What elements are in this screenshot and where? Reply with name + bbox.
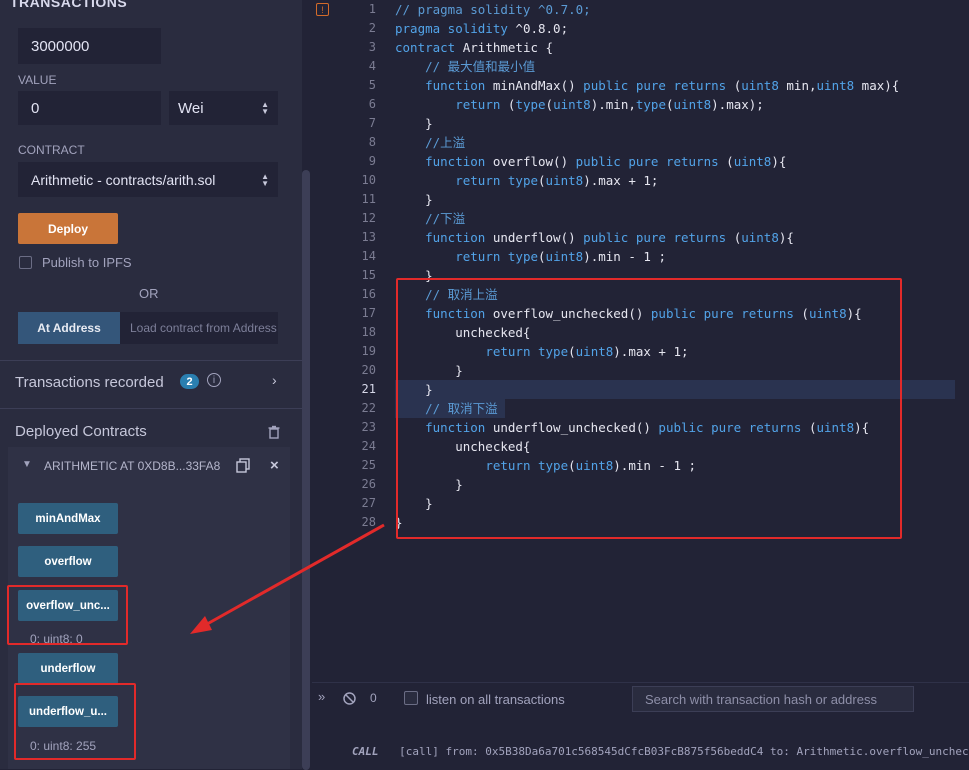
- annotation-arrow-icon: [190, 523, 385, 634]
